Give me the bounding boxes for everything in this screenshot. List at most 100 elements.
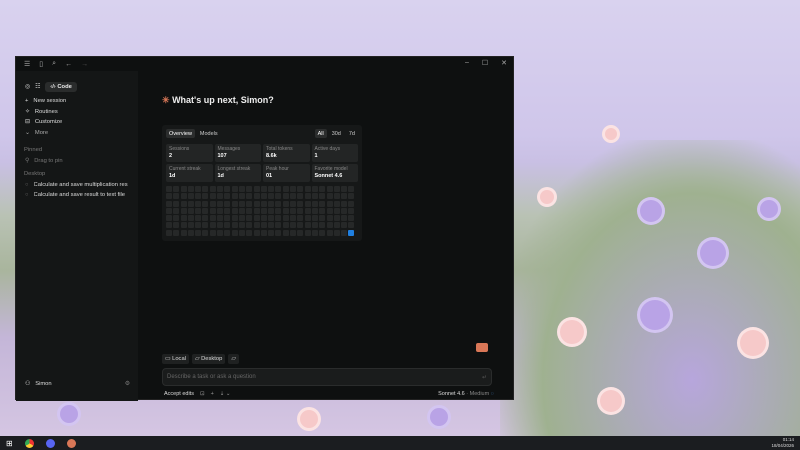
heatmap-cell: [166, 215, 172, 222]
stat-value: 1: [314, 153, 318, 159]
attach-icon[interactable]: ⊡: [200, 391, 205, 397]
chevron-down-icon: ⌄: [25, 129, 30, 136]
discord-icon[interactable]: [45, 438, 55, 448]
range-7d[interactable]: 7d: [346, 129, 358, 138]
heatmap-cell: [319, 229, 326, 236]
heatmap-cell: [348, 186, 355, 192]
heatmap-cell: [275, 193, 282, 200]
heatmap-cell: [166, 222, 172, 229]
desktop-header: Desktop: [24, 171, 46, 178]
heatmap-cell: [195, 207, 202, 214]
tasks-icon[interactable]: ☷: [35, 84, 40, 90]
environment-chip[interactable]: ▭ Local: [162, 354, 189, 364]
range-30d[interactable]: 30d: [329, 129, 344, 138]
permission-mode-button[interactable]: Accept edits: [164, 391, 194, 397]
search-icon[interactable]: ⌕: [52, 60, 56, 68]
heatmap-cell: [275, 200, 282, 207]
heatmap-cell: [217, 215, 224, 222]
code-mode-button[interactable]: ‹/› Code: [45, 82, 77, 92]
heatmap-cell: [202, 215, 209, 222]
heatmap-cell: [166, 186, 172, 192]
add-folder-button[interactable]: ▱: [228, 354, 239, 364]
heatmap-cell: [231, 193, 238, 200]
add-icon[interactable]: +: [211, 391, 214, 397]
heatmap-cell: [173, 207, 180, 214]
heatmap-cell: [253, 186, 260, 192]
back-icon[interactable]: ←: [65, 61, 72, 68]
claude-app-icon[interactable]: [66, 438, 76, 448]
heatmap-cell: [217, 193, 224, 200]
wallpaper-flower: [640, 300, 670, 330]
heatmap-cell: [290, 222, 297, 229]
heatmap-cell: [348, 193, 355, 200]
heatmap-cell: [268, 186, 275, 192]
chat-icon[interactable]: ◎: [25, 84, 30, 90]
windows-start-icon[interactable]: ⊞: [6, 439, 13, 448]
mic-icon[interactable]: ⇣ ⌄: [220, 391, 231, 397]
heatmap-cell: [224, 207, 231, 214]
heatmap-cell: [180, 193, 187, 200]
heatmap-cell: [173, 193, 180, 200]
heatmap-cell: [187, 222, 194, 229]
forward-icon[interactable]: →: [81, 61, 88, 68]
heatmap-cell: [187, 215, 194, 222]
minimize-button[interactable]: –: [465, 59, 469, 67]
heatmap-cell: [238, 207, 245, 214]
wallpaper-flower: [430, 408, 448, 426]
user-profile[interactable]: ⚇ Simon ⚙: [16, 379, 138, 390]
chip-label: Desktop: [201, 356, 223, 362]
stat-tile: Active days 1: [311, 144, 358, 162]
chrome-icon[interactable]: [24, 438, 34, 448]
heatmap-cell: [166, 207, 172, 214]
heatmap-cell: [282, 222, 289, 229]
close-button[interactable]: ✕: [501, 59, 507, 67]
heatmap-cell: [231, 186, 238, 192]
heatmap-cell: [202, 200, 209, 207]
wallpaper-flower: [540, 190, 554, 204]
heatmap-cell: [282, 215, 289, 222]
session-item[interactable]: ○ Calculate and save multiplication res: [16, 180, 138, 191]
model-selector[interactable]: Sonnet 4.6 · Medium ◌: [438, 391, 494, 397]
heatmap-cell: [311, 222, 318, 229]
tab-models[interactable]: Models: [197, 129, 221, 138]
stats-grid: Sessions 2 Messages 107 Total tokens 8.6k Acti…: [166, 144, 358, 182]
heatmap-cell: [180, 186, 187, 192]
session-item[interactable]: ○ Calculate and save result to text file: [16, 190, 138, 201]
tab-overview[interactable]: Overview: [166, 129, 195, 138]
send-icon[interactable]: ↵: [482, 374, 487, 381]
greeting: What's up next, Simon?: [172, 95, 274, 105]
heatmap-cell: [333, 207, 340, 214]
sidebar-item-customize[interactable]: ⊟ Customize: [16, 117, 138, 128]
heatmap-cell: [311, 200, 318, 207]
title-bar: ☰ ▯ ⌕ ← → – ☐ ✕: [16, 57, 513, 71]
heatmap-cell: [268, 229, 275, 236]
clock[interactable]: 01:14 18/04/2026: [771, 437, 794, 449]
sidebar-item-new-session[interactable]: + New session: [16, 96, 138, 107]
heatmap-cell: [311, 207, 318, 214]
heatmap-cell: [202, 186, 209, 192]
heatmap-cell: [268, 222, 275, 229]
heatmap-cell: [217, 207, 224, 214]
heatmap-cell: [202, 229, 209, 236]
heatmap-cell: [195, 200, 202, 207]
stat-value: 8.6k: [266, 153, 277, 159]
prompt-input[interactable]: Describe a task or ask a question ↵: [162, 368, 492, 386]
heatmap-cell: [304, 207, 311, 214]
heatmap-cell: [180, 229, 187, 236]
heatmap-cell: [209, 200, 216, 207]
menu-icon[interactable]: ☰: [24, 60, 30, 68]
wallpaper-flower: [300, 410, 318, 428]
sidebar-item-routines[interactable]: ✧ Routines: [16, 107, 138, 118]
maximize-button[interactable]: ☐: [482, 59, 488, 67]
range-all[interactable]: All: [314, 129, 327, 138]
heatmap-cell: [246, 229, 253, 236]
heatmap-cell: [326, 229, 333, 236]
settings-icon[interactable]: ⚙: [125, 381, 130, 387]
heatmap-cell: [275, 222, 282, 229]
stat-value: Sonnet 4.6: [314, 173, 343, 179]
heatmap-cell: [275, 229, 282, 236]
session-title: Calculate and save result to text file: [33, 192, 126, 199]
sidebar-toggle-icon[interactable]: ▯: [39, 60, 43, 68]
folder-chip[interactable]: ▱ Desktop: [191, 354, 226, 364]
sidebar-item-more[interactable]: ⌄ More: [16, 128, 138, 139]
